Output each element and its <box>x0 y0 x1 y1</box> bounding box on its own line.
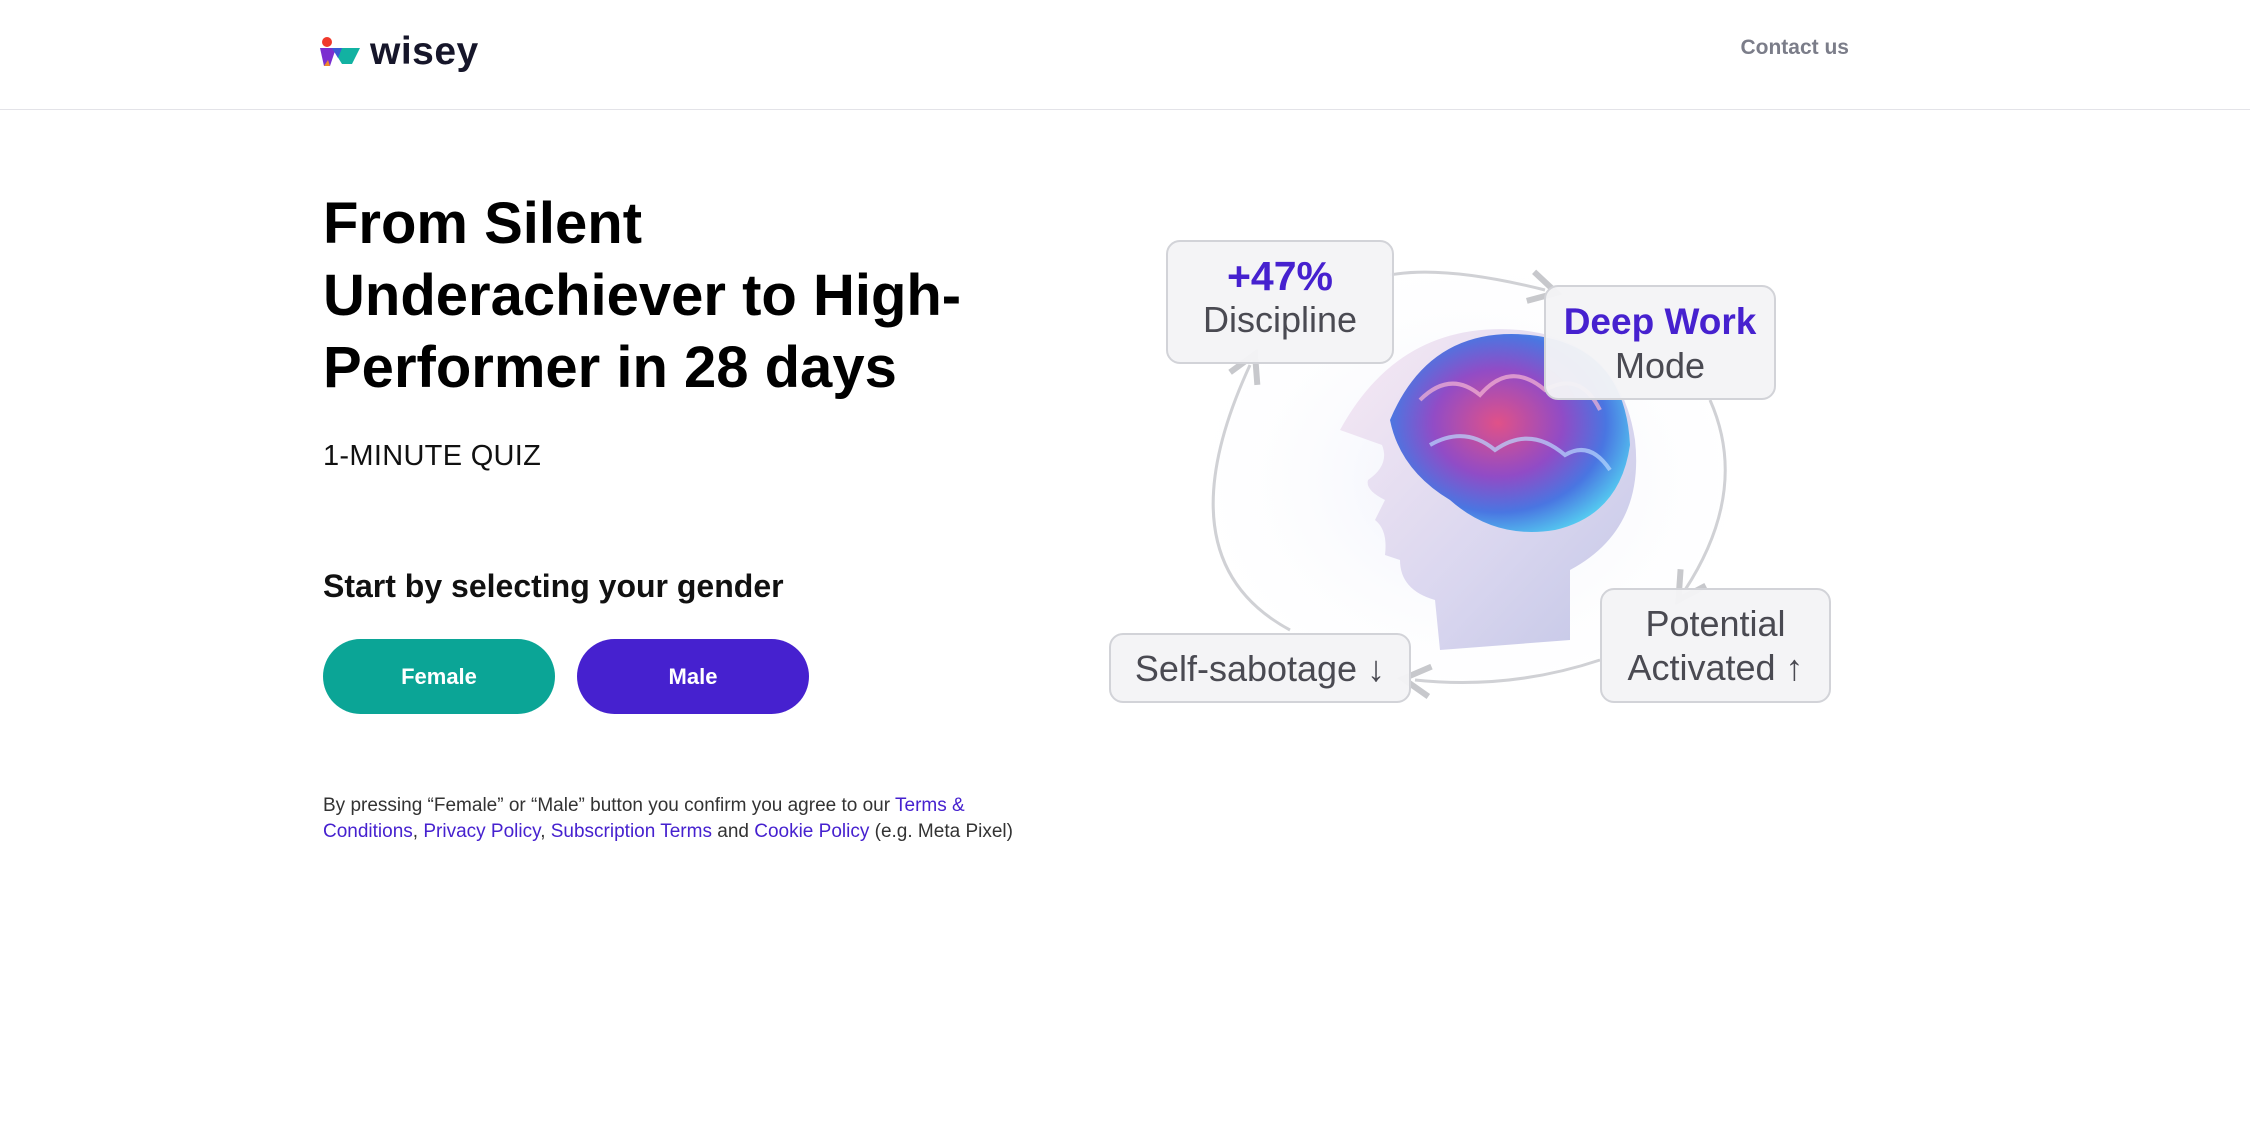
wisey-logo[interactable]: wisey <box>318 30 479 74</box>
disclaimer-and: and <box>711 821 755 842</box>
potential-line-2: Activated ↑ <box>1627 647 1804 688</box>
disclaimer-separator: , <box>540 821 551 842</box>
discipline-stat-box: +47% Discipline <box>1166 240 1394 364</box>
contact-us-link[interactable]: Contact us <box>1740 36 1849 60</box>
potential-activated-box: Potential Activated ↑ <box>1600 588 1831 703</box>
deep-work-value: Deep Work <box>1563 301 1757 342</box>
disclaimer-prefix: By pressing “Female” or “Male” button yo… <box>323 795 896 816</box>
gender-prompt: Start by selecting your gender <box>323 568 784 604</box>
brand-name: wisey <box>370 30 479 73</box>
subscription-terms-link[interactable]: Subscription Terms <box>551 821 712 842</box>
hero-title: From Silent Underachiever to High-Perfor… <box>323 191 962 400</box>
consent-disclaimer: By pressing “Female” or “Male” button yo… <box>323 793 1043 845</box>
self-sabotage-box: Self-sabotage ↓ <box>1109 633 1411 703</box>
female-button[interactable]: Female <box>323 639 555 714</box>
disclaimer-separator: , <box>412 821 424 842</box>
site-header: wisey Contact us <box>0 0 2250 110</box>
deep-work-box: Deep Work Mode <box>1544 285 1776 400</box>
deep-work-label: Mode <box>1614 345 1706 386</box>
discipline-value: +47% <box>1226 253 1333 299</box>
quiz-duration-label: 1-MINUTE QUIZ <box>323 440 542 472</box>
discipline-label: Discipline <box>1202 299 1358 340</box>
potential-line-1: Potential <box>1645 603 1786 644</box>
wisey-logo-icon <box>320 37 360 66</box>
privacy-policy-link[interactable]: Privacy Policy <box>423 821 540 842</box>
hero-illustration: +47% Discipline Deep Work Mode Self-sabo… <box>1100 230 1840 730</box>
disclaimer-suffix: (e.g. Meta Pixel) <box>869 821 1013 842</box>
male-button[interactable]: Male <box>577 639 809 714</box>
cookie-policy-link[interactable]: Cookie Policy <box>754 821 869 842</box>
self-sabotage-label: Self-sabotage ↓ <box>1134 648 1386 689</box>
